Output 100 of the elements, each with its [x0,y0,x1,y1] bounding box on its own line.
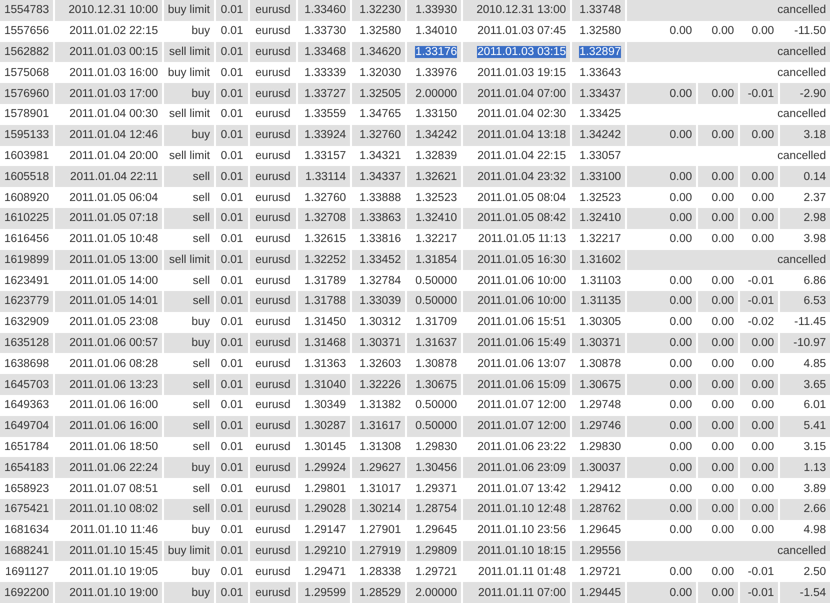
table-cell: 1.31017 [359,482,401,495]
table-cell: 0.00 [670,482,692,495]
table-cell: 1.32708 [304,212,346,224]
table-cell: 0.01 [220,586,244,599]
table-cell: 1.32030 [359,66,401,79]
table-cell: 2011.01.05 14:00 [69,274,158,287]
table-cell: 0.00 [752,462,774,474]
table-cell: 2.00000 [415,88,457,100]
table-cell: -10.97 [793,337,826,350]
table-cell: 0.00 [712,586,734,599]
table-cell: eurusd [255,274,291,287]
table-cell: 1.31363 [304,358,346,370]
table-cell: 1.32217 [415,233,457,246]
table-cell: 0.00 [670,586,692,599]
table-cell: 0.00 [670,25,692,38]
table-cell: 1.31468 [304,337,346,350]
table-cell: 0.01 [220,337,244,350]
status-label: cancelled [777,46,826,58]
table-cell: 1.30675 [579,378,621,391]
table-cell: 0.00 [712,274,734,287]
table-cell: sell [192,233,210,246]
table-cell: 1.33460 [304,4,346,16]
table-cell: 0.00 [712,462,734,474]
table-cell: 0.00 [752,129,774,142]
table-cell: 6.53 [804,295,826,308]
table-cell: 0.00 [712,378,734,391]
table-cell: buy [191,462,210,474]
table-cell: 0.00 [712,337,734,350]
table-cell: 2011.01.06 13:07 [477,358,566,370]
table-cell: buy [191,129,210,142]
table-cell: eurusd [255,399,291,412]
table-cell: 2.00000 [415,586,457,599]
table-cell: 2011.01.10 12:48 [477,503,566,516]
table-cell: 1649363 [4,399,49,412]
table-cell: 1.30371 [579,337,621,350]
table-cell: 1.30371 [359,337,401,350]
table-cell: 1.32580 [359,25,401,38]
table-cell: 1.30305 [579,316,621,328]
table-cell: 1.29147 [304,524,346,536]
table-cell: 2011.01.04 22:11 [70,170,158,183]
table-cell: 3.15 [804,441,826,454]
table-cell: 0.00 [752,212,774,224]
table-cell: 1.29809 [415,545,457,557]
table-cell: 0.01 [220,316,244,328]
table-cell: 0.00 [712,399,734,412]
table-cell: 0.50000 [415,399,457,412]
table-cell: 1.33643 [579,66,621,79]
table-cell: 1.33150 [415,108,457,120]
table-cell: 1.29830 [415,441,457,454]
table-cell: 1.29645 [415,524,457,536]
table-cell: eurusd [255,503,291,516]
table-cell: 2011.01.06 15:51 [477,316,566,328]
table-cell: 1.32603 [359,358,401,370]
table-cell: -0.02 [748,316,774,328]
table-cell: eurusd [255,545,291,557]
table-cell: 2011.01.06 16:00 [69,399,158,412]
table-cell: 0.00 [752,25,774,38]
table-cell: 1.32839 [415,150,457,162]
table-cell: 2011.01.06 10:00 [477,274,566,287]
table-cell: 0.00 [712,25,734,38]
table-cell: eurusd [255,25,291,38]
table-cell: 1635128 [4,337,49,350]
table-cell: 1.34337 [359,170,401,183]
table-cell: 2011.01.04 13:18 [477,129,566,142]
table-cell: 1.34765 [359,108,401,120]
table-cell: 2011.01.04 07:00 [477,88,566,100]
table-cell: 0.01 [220,254,244,266]
table-cell: 0.00 [670,295,692,308]
table-cell: 2011.01.10 19:05 [69,566,158,578]
table-cell: 0.00 [670,170,692,183]
table-cell: 0.00 [670,129,692,142]
table-cell: eurusd [255,482,291,495]
table-cell: sell [192,420,210,432]
table-cell: 1.29748 [579,399,621,412]
table-cell: 2011.01.11 01:48 [478,566,566,578]
table-cell: sell [192,274,210,287]
table-cell: 1.33100 [579,170,621,183]
table-cell: 0.00 [670,274,692,287]
table-cell: sell [192,295,210,308]
table-cell: 0.01 [220,233,244,246]
table-cell: 1638698 [4,358,49,370]
table-cell: 1.13 [804,462,826,474]
table-cell: 2011.01.03 07:45 [477,25,566,38]
table-cell: 2011.01.11 07:00 [478,586,566,599]
table-cell: 1.32410 [579,212,621,224]
status-label: cancelled [777,108,826,120]
table-cell: 0.00 [752,399,774,412]
table-cell: eurusd [255,462,291,474]
table-cell: 2011.01.03 16:00 [69,66,158,79]
table-cell: 1.27919 [359,545,401,557]
table-cell: -0.01 [748,566,774,578]
table-cell: 1.33924 [304,129,346,142]
table-cell: 2011.01.06 23:09 [477,462,566,474]
table-cell: eurusd [255,233,291,246]
table-cell: 1.33888 [359,192,401,204]
table-cell: 2011.01.05 06:04 [69,192,158,204]
table-cell: 1595133 [4,129,49,142]
table-cell: 2.50 [804,566,826,578]
table-cell: 0.01 [220,566,244,578]
table-cell: 1.33114 [305,170,346,183]
